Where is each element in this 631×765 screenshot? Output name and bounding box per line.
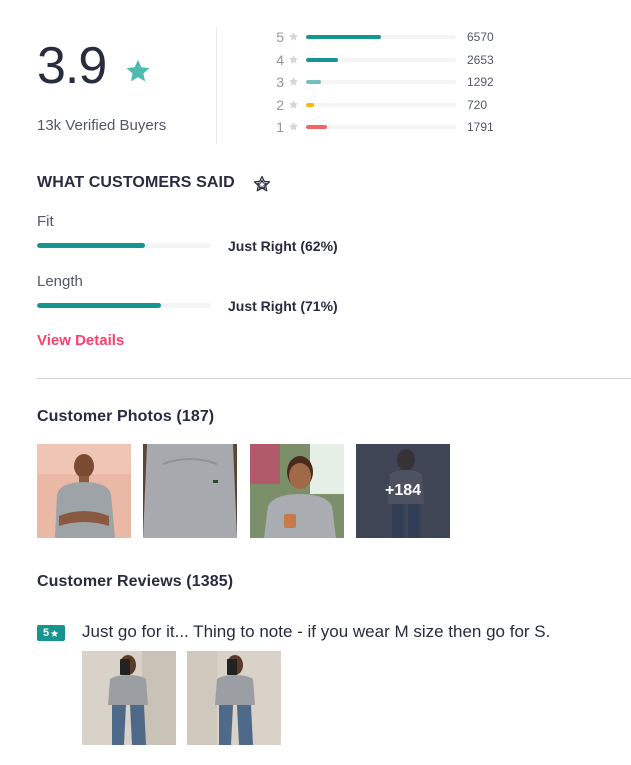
more-photos-count: +184: [356, 444, 450, 538]
histogram-bar: [306, 102, 456, 107]
star-icon: [289, 54, 298, 64]
histogram-count: 6570: [467, 30, 494, 44]
review-photo-2[interactable]: [187, 651, 281, 745]
review-text: Just go for it... Thing to note - if you…: [82, 622, 551, 641]
fit-bar: [37, 243, 211, 248]
histogram-row-3: 3 1292: [270, 73, 570, 91]
histogram-star-label: 4: [276, 51, 284, 68]
section-divider: [37, 378, 631, 379]
histogram-bar: [306, 125, 456, 129]
fit-label: Fit: [37, 213, 54, 230]
star-icon: [289, 99, 298, 109]
length-bar-fill: [37, 303, 161, 308]
histogram-row-2: 2 720: [270, 96, 570, 114]
histogram-bar-fill: [306, 57, 338, 62]
histogram-count: 1791: [467, 120, 494, 134]
star-icon: [289, 77, 298, 86]
star-icon: [126, 59, 150, 82]
histogram-row-4: 4 2653: [270, 51, 570, 69]
histogram-star-label: 5: [276, 29, 284, 45]
customers-said-title: WHAT CUSTOMERS SAID: [37, 174, 235, 191]
star-icon: [50, 629, 59, 637]
length-value: Just Right (71%): [228, 298, 338, 314]
customer-photo-2[interactable]: [143, 444, 237, 538]
star-icon: [289, 32, 298, 41]
histogram-star-label: 3: [276, 74, 284, 90]
verified-buyers-count: 13k Verified Buyers: [37, 117, 167, 134]
histogram-bar: [306, 35, 456, 39]
review-photo-1[interactable]: [82, 651, 176, 745]
histogram-count: 1292: [467, 75, 494, 89]
histogram-bar-fill: [306, 102, 314, 107]
histogram-row-1: 1 1791: [270, 118, 570, 136]
histogram-count: 2653: [467, 52, 494, 67]
histogram-bar-fill: [306, 80, 321, 84]
length-label: Length: [37, 273, 83, 290]
histogram-row-5: 5 6570: [270, 28, 570, 46]
fit-value: Just Right (62%): [228, 238, 338, 254]
histogram-bar: [306, 57, 456, 62]
histogram-bar: [306, 80, 456, 84]
histogram-count: 720: [467, 97, 488, 112]
view-details-link[interactable]: View Details: [37, 332, 124, 349]
length-bar: [37, 303, 211, 308]
star-outline-icon: [253, 175, 271, 192]
review-rating-value: 5: [42, 627, 50, 639]
customer-photos-title: Customer Photos (187): [37, 408, 215, 425]
customer-photo-more[interactable]: +184: [356, 444, 450, 538]
review-rating-badge: 5: [37, 625, 65, 641]
star-icon: [289, 122, 298, 131]
rating-divider: [216, 27, 217, 144]
average-rating: 3.9: [37, 37, 107, 95]
histogram-bar-fill: [306, 35, 381, 39]
histogram-bar-fill: [306, 125, 327, 129]
histogram-star-label: 1: [276, 119, 284, 135]
customer-photo-1[interactable]: [37, 444, 131, 538]
histogram-star-label: 2: [276, 96, 284, 113]
fit-bar-fill: [37, 243, 145, 248]
customer-reviews-title: Customer Reviews (1385): [37, 573, 234, 590]
customer-photo-3[interactable]: [250, 444, 344, 538]
